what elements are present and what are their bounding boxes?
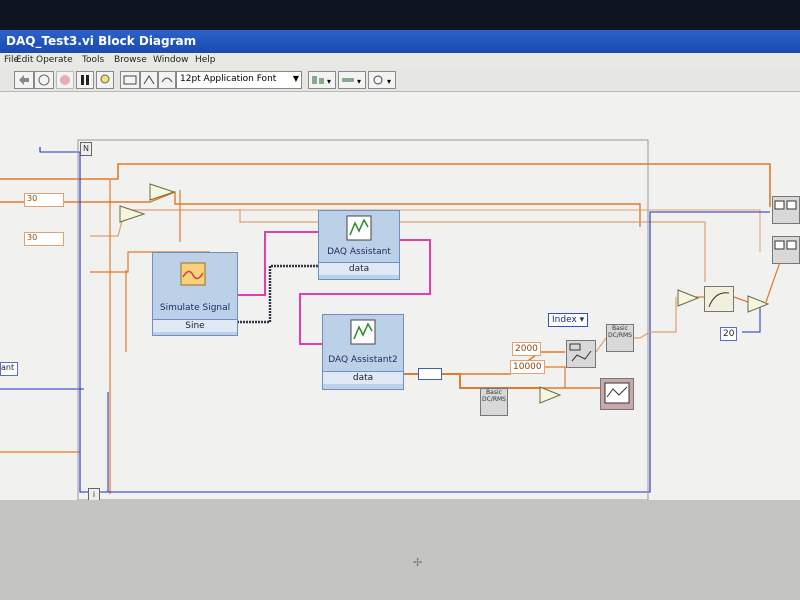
control-terminal-2[interactable]: 30	[24, 232, 64, 246]
loop-count-terminal[interactable]: N	[80, 142, 92, 156]
simulate-signal-icon	[180, 262, 206, 286]
svg-text:▾: ▾	[357, 77, 361, 86]
simulate-signal-output[interactable]: Sine	[153, 319, 237, 332]
menu-operate[interactable]: Operate	[36, 55, 73, 65]
multiply-icon[interactable]	[148, 182, 178, 202]
abort-icon[interactable]	[56, 71, 74, 89]
chevron-down-icon: ▼	[292, 74, 299, 83]
basic-dc-rms-icon-2[interactable]: Basic DC/RMS	[480, 388, 508, 416]
daq-assistant2-label: DAQ Assistant2	[328, 355, 398, 365]
title-bar: DAQ_Test3.vi Block Diagram	[0, 30, 800, 53]
daq-assistant2-icon	[350, 319, 376, 345]
waveform-chart-indicator-icon[interactable]	[600, 378, 634, 410]
menu-help[interactable]: Help	[195, 55, 216, 65]
basic-dc-rms-label-2: Basic DC/RMS	[482, 389, 506, 403]
menu-tools[interactable]: Tools	[82, 55, 104, 65]
screen: DAQ_Test3.vi Block Diagram File Edit Ope…	[0, 30, 800, 500]
daq-assistant-output[interactable]: data	[319, 262, 399, 275]
run-arrow-icon[interactable]	[14, 71, 34, 89]
daq-assistant-label: DAQ Assistant	[327, 247, 391, 257]
menu-edit[interactable]: Edit	[16, 55, 33, 65]
daq-assistant2-output[interactable]: data	[323, 371, 403, 384]
run-continuous-icon[interactable]	[34, 71, 54, 89]
indicator-cluster-1[interactable]	[772, 196, 800, 224]
font-select[interactable]: 12pt Application Font ▼	[176, 71, 302, 89]
svg-text:▾: ▾	[387, 77, 391, 86]
constant-20[interactable]: 20	[720, 327, 738, 341]
loop-iteration-terminal[interactable]: i	[88, 488, 100, 500]
highlight-execution-icon[interactable]	[96, 71, 114, 89]
indicator-cluster-2[interactable]	[772, 236, 800, 264]
control-terminal-1[interactable]: 30	[24, 193, 64, 207]
constant-2000[interactable]: 2000	[512, 342, 541, 356]
simulate-signal-node[interactable]: Simulate Signal Sine	[152, 252, 238, 336]
index-ring-value: Index	[552, 315, 577, 325]
distribute-objects-icon[interactable]: ▾	[338, 71, 366, 89]
simulate-signal-label: Simulate Signal	[159, 303, 231, 313]
step-over-icon[interactable]	[158, 71, 176, 89]
index-ring-control[interactable]: Index ▾	[548, 313, 589, 327]
formula-node-icon[interactable]	[704, 286, 734, 312]
toolbar: 12pt Application Font ▼ ▾ ▾ ▾	[0, 69, 800, 92]
basic-dc-rms-icon-1[interactable]: Basic DC/RMS	[606, 324, 634, 352]
pause-icon[interactable]	[76, 71, 94, 89]
daq-assistant-icon	[346, 215, 372, 241]
font-select-value: 12pt Application Font	[180, 74, 277, 84]
daq-assistant2-node[interactable]: DAQ Assistant2 data	[322, 314, 404, 390]
control-terminal-3[interactable]: ant	[0, 362, 18, 376]
svg-text:▾: ▾	[327, 77, 331, 86]
menu-bar: File Edit Operate Tools Browse Window He…	[0, 53, 800, 69]
convert-dynamic-data-icon[interactable]	[418, 368, 442, 380]
block-diagram-canvas[interactable]: N i 30 30 ant Simulate Signal Sine DAQ A…	[0, 92, 800, 500]
align-objects-icon[interactable]: ▾	[308, 71, 336, 89]
array-subset-icon[interactable]	[566, 340, 596, 368]
monitor-bezel-top	[0, 0, 800, 30]
greater-than-icon[interactable]	[538, 385, 562, 405]
constant-10000[interactable]: 10000	[510, 360, 545, 374]
add-icon[interactable]	[118, 204, 148, 224]
step-into-icon[interactable]	[140, 71, 158, 89]
bezel-logo-mark: ✢	[413, 556, 423, 569]
retain-wire-values-icon[interactable]	[120, 71, 140, 89]
basic-dc-rms-label-1: Basic DC/RMS	[608, 325, 632, 339]
multiply-icon-2[interactable]	[746, 294, 770, 314]
window-title: DAQ_Test3.vi Block Diagram	[6, 34, 197, 48]
reorder-icon[interactable]: ▾	[368, 71, 396, 89]
ring-chevron-icon: ▾	[579, 315, 585, 325]
subtract-icon[interactable]	[676, 288, 700, 308]
monitor-bezel-bottom	[0, 500, 800, 600]
menu-window[interactable]: Window	[153, 55, 189, 65]
menu-browse[interactable]: Browse	[114, 55, 147, 65]
daq-assistant-node[interactable]: DAQ Assistant data	[318, 210, 400, 280]
